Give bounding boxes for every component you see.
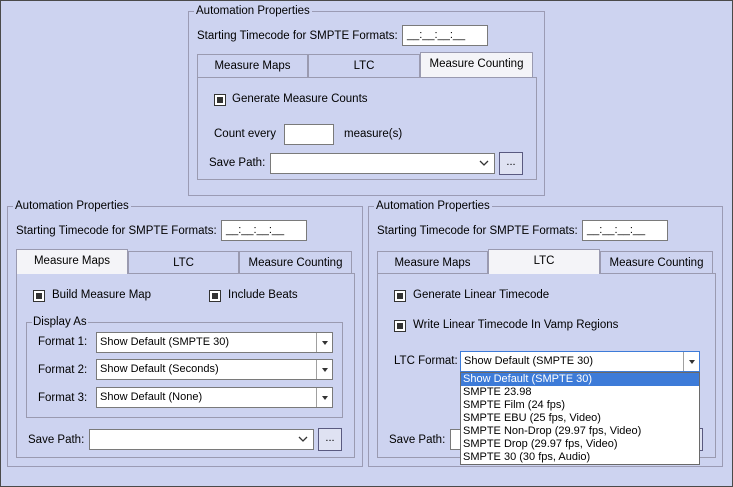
- format-1-value: Show Default (SMPTE 30): [100, 336, 229, 348]
- ltc-option-smpte-2398[interactable]: SMPTE 23.98: [461, 386, 699, 399]
- ltc-format-value: Show Default (SMPTE 30): [464, 355, 593, 367]
- dropdown-arrow-icon: [316, 333, 332, 352]
- timecode-label: Starting Timecode for SMPTE Formats:: [377, 225, 578, 237]
- format-2-value: Show Default (Seconds): [100, 363, 219, 375]
- tab-measure-counting[interactable]: Measure Counting: [600, 251, 713, 274]
- build-measure-map-label: Build Measure Map: [52, 289, 152, 301]
- display-as-legend: Display As: [32, 315, 88, 329]
- tab-measure-maps[interactable]: Measure Maps: [377, 251, 488, 274]
- save-path-label: Save Path:: [389, 434, 446, 446]
- dropdown-arrow-icon: [316, 360, 332, 379]
- generate-linear-timecode-label: Generate Linear Timecode: [413, 289, 550, 301]
- save-path-label: Save Path:: [209, 157, 266, 169]
- ltc-option-smpte-drop[interactable]: SMPTE Drop (29.97 fps, Video): [461, 438, 699, 451]
- include-beats-label: Include Beats: [228, 289, 298, 301]
- format-2-label: Format 2:: [38, 364, 88, 376]
- count-every-input[interactable]: [284, 124, 334, 145]
- browse-button[interactable]: ...: [499, 152, 523, 175]
- tab-ltc[interactable]: LTC: [488, 249, 600, 274]
- generate-measure-counts-checkbox[interactable]: [214, 94, 226, 106]
- count-every-label: Count every: [214, 128, 277, 140]
- write-ltc-vamp-regions-label: Write Linear Timecode In Vamp Regions: [413, 319, 619, 331]
- ltc-format-select[interactable]: Show Default (SMPTE 30): [460, 351, 700, 372]
- ltc-format-label: LTC Format:: [394, 355, 458, 367]
- save-path-combo[interactable]: [270, 153, 495, 174]
- timecode-input[interactable]: __:__:__:__: [402, 25, 488, 46]
- ltc-option-show-default[interactable]: Show Default (SMPTE 30): [461, 373, 699, 386]
- tab-measure-counting[interactable]: Measure Counting: [239, 251, 352, 274]
- save-path-label: Save Path:: [28, 434, 85, 446]
- dropdown-arrow-icon: [683, 352, 699, 371]
- format-3-value: Show Default (None): [100, 391, 203, 403]
- build-measure-map-checkbox[interactable]: [33, 290, 45, 302]
- tab-measure-maps[interactable]: Measure Maps: [197, 54, 308, 77]
- browse-button[interactable]: ...: [318, 428, 342, 451]
- dropdown-arrow-icon: [316, 388, 332, 407]
- format-1-label: Format 1:: [38, 336, 88, 348]
- tab-ltc[interactable]: LTC: [308, 54, 420, 77]
- tab-measure-counting[interactable]: Measure Counting: [420, 52, 533, 77]
- chevron-down-icon: [479, 160, 489, 166]
- format-1-select[interactable]: Show Default (SMPTE 30): [96, 332, 333, 353]
- measure-unit-label: measure(s): [344, 128, 403, 140]
- format-2-select[interactable]: Show Default (Seconds): [96, 359, 333, 380]
- save-path-combo[interactable]: [89, 429, 314, 450]
- group-title: Automation Properties: [194, 4, 312, 18]
- timecode-input[interactable]: __:__:__:__: [221, 220, 307, 241]
- include-beats-checkbox[interactable]: [209, 290, 221, 302]
- ltc-format-dropdown-list: Show Default (SMPTE 30) SMPTE 23.98 SMPT…: [460, 372, 700, 465]
- group-title: Automation Properties: [13, 199, 131, 213]
- format-3-select[interactable]: Show Default (None): [96, 387, 333, 408]
- timecode-input[interactable]: __:__:__:__: [582, 220, 668, 241]
- tab-measure-maps[interactable]: Measure Maps: [16, 249, 128, 274]
- ltc-option-smpte-film[interactable]: SMPTE Film (24 fps): [461, 399, 699, 412]
- chevron-down-icon: [298, 436, 308, 442]
- group-title: Automation Properties: [374, 199, 492, 213]
- write-ltc-vamp-regions-checkbox[interactable]: [394, 320, 406, 332]
- timecode-label: Starting Timecode for SMPTE Formats:: [197, 30, 398, 42]
- generate-linear-timecode-checkbox[interactable]: [394, 290, 406, 302]
- ltc-option-smpte-30[interactable]: SMPTE 30 (30 fps, Audio): [461, 451, 699, 464]
- format-3-label: Format 3:: [38, 392, 88, 404]
- timecode-label: Starting Timecode for SMPTE Formats:: [16, 225, 217, 237]
- ltc-option-smpte-ebu[interactable]: SMPTE EBU (25 fps, Video): [461, 412, 699, 425]
- ltc-option-smpte-non-drop[interactable]: SMPTE Non-Drop (29.97 fps, Video): [461, 425, 699, 438]
- generate-measure-counts-label: Generate Measure Counts: [232, 93, 368, 105]
- tab-ltc[interactable]: LTC: [128, 251, 239, 274]
